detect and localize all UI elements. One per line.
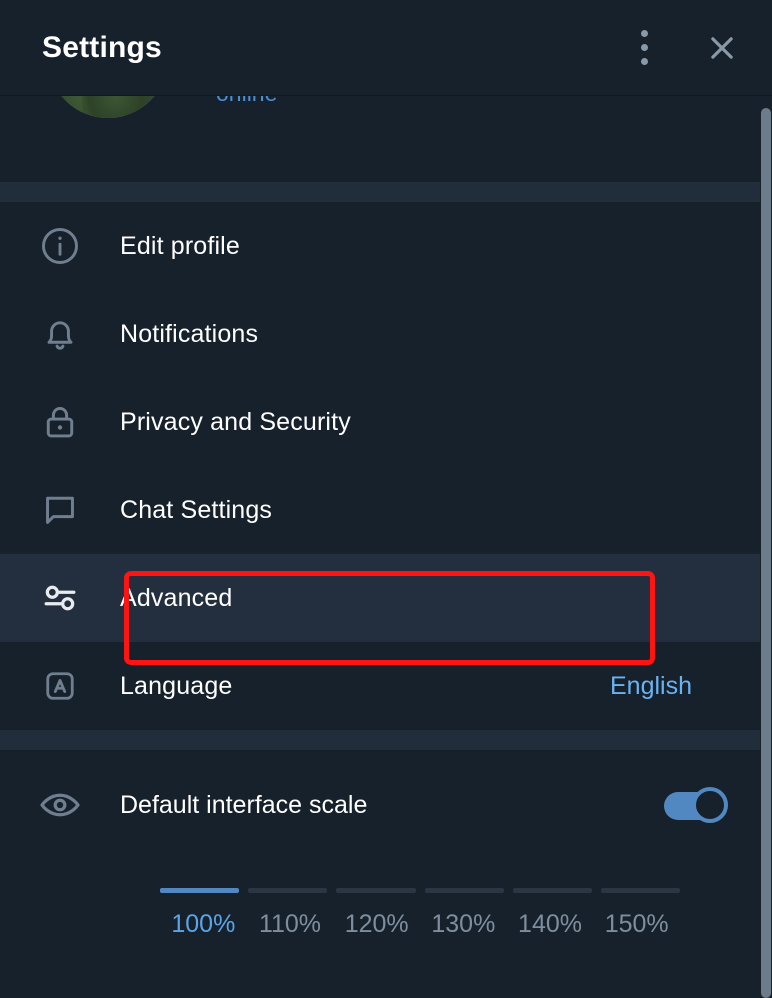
settings-window: online Edit profile: [0, 0, 772, 998]
menu-item-label: Chat Settings: [120, 495, 273, 524]
more-dots: [640, 27, 648, 69]
slider-segment-100[interactable]: [160, 888, 240, 893]
menu-item-label: Notifications: [120, 319, 259, 348]
menu-item-label: Language: [120, 671, 233, 700]
slider-label-110[interactable]: 110%: [247, 910, 334, 939]
language-value[interactable]: English: [610, 672, 692, 701]
interface-scale-section: Default interface scale 100% 110% 120% 1…: [0, 750, 760, 939]
eye-icon: [0, 782, 120, 828]
slider-track[interactable]: [160, 888, 681, 893]
more-vertical-icon[interactable]: [616, 20, 672, 76]
toggle-knob: [692, 787, 728, 823]
menu-item-advanced[interactable]: Advanced: [0, 554, 772, 642]
menu-item-language[interactable]: Language English: [0, 642, 772, 730]
settings-header: Settings: [0, 0, 772, 96]
slider-segment-120[interactable]: [336, 888, 416, 893]
menu-item-edit-profile[interactable]: Edit profile: [0, 202, 772, 290]
bell-icon: [0, 312, 120, 356]
section-divider-scale: [0, 730, 760, 750]
info-circle-icon: [0, 224, 120, 268]
interface-scale-toggle[interactable]: [664, 787, 728, 823]
menu-item-privacy-and-security[interactable]: Privacy and Security: [0, 378, 772, 466]
slider-label-150[interactable]: 150%: [593, 910, 680, 939]
section-divider-top: [0, 182, 760, 202]
slider-segment-140[interactable]: [512, 888, 592, 893]
slider-label-120[interactable]: 120%: [333, 910, 420, 939]
menu-item-notifications[interactable]: Notifications: [0, 290, 772, 378]
slider-segment-110[interactable]: [248, 888, 328, 893]
close-icon[interactable]: [694, 20, 750, 76]
slider-label-100[interactable]: 100%: [160, 910, 247, 939]
menu-item-label: Advanced: [120, 583, 233, 612]
chat-bubble-icon: [0, 488, 120, 532]
lock-icon: [0, 400, 120, 444]
slider-label-130[interactable]: 130%: [420, 910, 507, 939]
slider-label-140[interactable]: 140%: [507, 910, 594, 939]
slider-labels: 100% 110% 120% 130% 140% 150%: [160, 910, 680, 939]
menu-item-label: Privacy and Security: [120, 407, 351, 436]
page-title: Settings: [42, 30, 162, 64]
menu-item-label: Edit profile: [120, 231, 240, 260]
settings-content: online Edit profile: [0, 0, 772, 939]
interface-scale-label: Default interface scale: [120, 790, 368, 819]
interface-scale-header[interactable]: Default interface scale: [0, 750, 760, 860]
menu-item-chat-settings[interactable]: Chat Settings: [0, 466, 772, 554]
settings-menu: Edit profile Notifications Privacy and S…: [0, 202, 772, 730]
slider-segment-150[interactable]: [600, 888, 681, 893]
sliders-icon: [0, 575, 120, 621]
language-a-icon: [0, 665, 120, 707]
interface-scale-slider[interactable]: 100% 110% 120% 130% 140% 150%: [160, 888, 681, 939]
scrollbar-thumb[interactable]: [761, 108, 771, 998]
settings-scroll-area[interactable]: online Edit profile: [0, 0, 772, 998]
slider-segment-130[interactable]: [424, 888, 504, 893]
